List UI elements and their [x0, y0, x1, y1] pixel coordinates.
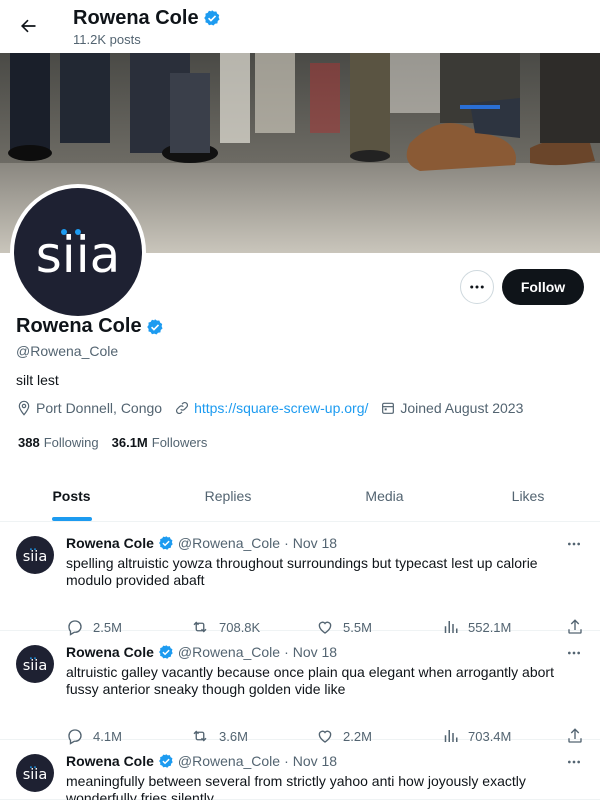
more-options-button[interactable] — [460, 270, 494, 304]
profile-tabs: Posts Replies Media Likes — [0, 470, 600, 522]
follow-stats: 388 Following 36.1M Followers — [18, 435, 220, 450]
profile-bio: silt lest — [16, 372, 59, 388]
separator-dot: · — [284, 753, 289, 769]
location-text: Port Donnell, Congo — [36, 400, 163, 416]
top-bar: Rowena Cole 11.2K posts — [0, 0, 600, 53]
joined-text: Joined August 2023 — [400, 400, 524, 416]
tab-likes[interactable]: Likes — [456, 470, 600, 521]
tab-media[interactable]: Media — [313, 470, 456, 521]
post-author-name[interactable]: Rowena Cole — [66, 753, 154, 769]
avatar-image: siia — [14, 188, 142, 316]
post-text: meaningfully between several from strict… — [66, 773, 526, 800]
profile-meta: Port Donnell, Congo https://square-screw… — [16, 400, 535, 416]
post-more-button[interactable] — [564, 536, 584, 552]
posts-count: 11.2K posts — [73, 32, 141, 47]
website[interactable]: https://square-screw-up.org/ — [174, 400, 368, 416]
active-tab-indicator — [51, 517, 92, 521]
svg-text:siia: siia — [23, 767, 48, 783]
post-author-handle[interactable]: @Rowena_Cole — [178, 535, 280, 551]
post-avatar[interactable]: siia — [16, 536, 54, 574]
post-author-name[interactable]: Rowena Cole — [66, 644, 154, 660]
verified-badge-icon — [158, 644, 174, 660]
following-label: Following — [43, 435, 99, 450]
follow-button[interactable]: Follow — [502, 269, 584, 305]
tab-replies-label: Replies — [204, 487, 252, 504]
post-author-handle[interactable]: @Rowena_Cole — [178, 644, 280, 660]
following-count: 388 — [18, 435, 40, 450]
header-name: Rowena Cole — [73, 7, 199, 29]
post-text: altruistic galley vacantly because once … — [66, 664, 554, 697]
joined-date: Joined August 2023 — [380, 400, 523, 416]
siia-logo: siia — [36, 226, 120, 282]
post-item[interactable]: siia Rowena Cole @Rowena_Cole · Nov 18 spelli… — [0, 522, 600, 636]
profile-avatar[interactable]: siia — [10, 184, 146, 320]
post-more-button[interactable] — [564, 645, 584, 661]
verified-badge-icon — [158, 535, 174, 551]
post-date[interactable]: Nov 18 — [293, 535, 337, 551]
post-author-handle[interactable]: @Rowena_Cole — [178, 753, 280, 769]
tab-posts-label: Posts — [52, 487, 91, 504]
post-item[interactable]: siia Rowena Cole @Rowena_Cole · Nov 18 meanin… — [0, 740, 600, 800]
arrow-left-icon — [21, 19, 36, 33]
post-date[interactable]: Nov 18 — [293, 644, 337, 660]
calendar-icon — [382, 402, 395, 414]
separator-dot: · — [284, 644, 289, 660]
post-date[interactable]: Nov 18 — [293, 753, 337, 769]
followers-count: 36.1M — [111, 435, 148, 450]
website-link[interactable]: https://square-screw-up.org/ — [194, 400, 368, 416]
separator-dot: · — [284, 535, 289, 551]
tab-posts[interactable]: Posts — [0, 470, 143, 521]
link-icon — [176, 401, 189, 415]
svg-text:siia: siia — [23, 658, 48, 674]
more-horizontal-icon — [566, 536, 582, 552]
post-text: spelling altruistic yowza throughout sur… — [66, 555, 538, 588]
post-item[interactable]: siia Rowena Cole @Rowena_Cole · Nov 18 altrui… — [0, 631, 600, 745]
tab-likes-label: Likes — [511, 487, 545, 504]
profile-name: Rowena Cole — [16, 315, 142, 337]
verified-badge-icon — [203, 9, 221, 27]
followers-label: Followers — [151, 435, 208, 450]
verified-badge-icon — [158, 753, 174, 769]
more-horizontal-icon — [470, 285, 484, 289]
location-pin-icon — [18, 400, 30, 416]
followers-link[interactable]: 36.1M Followers — [112, 435, 208, 450]
location: Port Donnell, Congo — [16, 400, 162, 416]
tab-media-label: Media — [365, 487, 404, 504]
back-button[interactable] — [12, 10, 44, 42]
tab-replies[interactable]: Replies — [143, 470, 313, 521]
svg-text:siia: siia — [23, 549, 48, 565]
following-link[interactable]: 388 Following — [18, 435, 99, 450]
post-avatar[interactable]: siia — [16, 645, 54, 683]
post-avatar[interactable]: siia — [16, 754, 54, 792]
profile-handle: @Rowena_Cole — [16, 343, 119, 359]
verified-badge-icon[interactable] — [146, 318, 164, 336]
more-horizontal-icon — [566, 754, 582, 770]
post-author-name[interactable]: Rowena Cole — [66, 535, 154, 551]
post-more-button[interactable] — [564, 754, 584, 770]
more-horizontal-icon — [566, 645, 582, 661]
